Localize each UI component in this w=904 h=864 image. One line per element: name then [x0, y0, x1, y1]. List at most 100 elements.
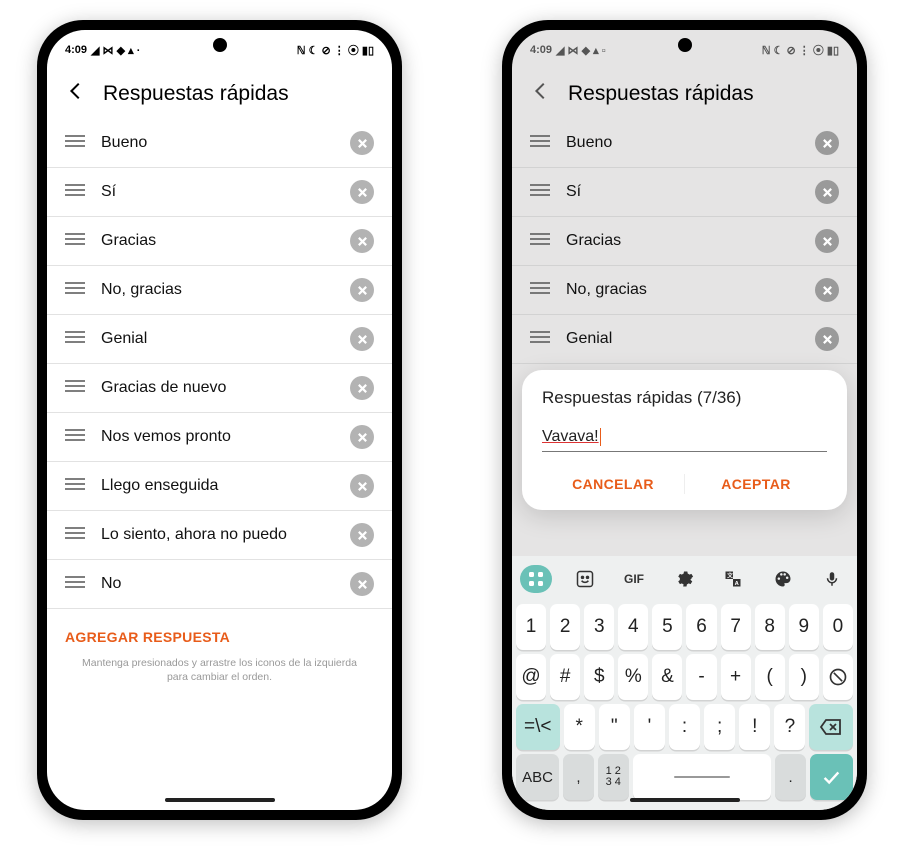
reply-label: Sí — [566, 183, 799, 201]
keyboard-app-icon[interactable] — [520, 565, 552, 593]
delete-button[interactable] — [350, 523, 374, 547]
key[interactable]: 1 — [516, 604, 546, 650]
enter-key[interactable] — [810, 754, 853, 800]
key[interactable]: 5 — [652, 604, 682, 650]
key[interactable]: ( — [755, 654, 785, 700]
translate-icon[interactable]: 文A — [716, 564, 750, 594]
settings-icon[interactable] — [667, 564, 701, 594]
delete-button[interactable] — [815, 180, 839, 204]
dialog-input[interactable]: Vavava! — [542, 426, 827, 452]
delete-button[interactable] — [350, 572, 374, 596]
list-item[interactable]: Lo siento, ahora no puedo — [47, 511, 392, 560]
delete-button[interactable] — [350, 229, 374, 253]
drag-handle-icon[interactable] — [65, 281, 85, 300]
list-item[interactable]: Nos vemos pronto — [47, 413, 392, 462]
drag-handle-icon[interactable] — [65, 379, 85, 398]
list-item[interactable]: Gracias de nuevo — [47, 364, 392, 413]
key[interactable]: + — [721, 654, 751, 700]
list-item[interactable]: No, gracias — [512, 266, 857, 315]
accept-button[interactable]: ACEPTAR — [685, 466, 827, 502]
drag-handle-icon[interactable] — [530, 330, 550, 349]
delete-button[interactable] — [815, 278, 839, 302]
drag-handle-icon[interactable] — [65, 232, 85, 251]
reply-label: Genial — [101, 330, 334, 348]
key[interactable]: 6 — [686, 604, 716, 650]
key[interactable]: " — [599, 704, 630, 750]
home-indicator[interactable] — [630, 798, 740, 802]
drag-handle-icon[interactable] — [530, 134, 550, 153]
key[interactable]: 9 — [789, 604, 819, 650]
list-item[interactable]: Sí — [47, 168, 392, 217]
drag-handle-icon[interactable] — [65, 575, 85, 594]
delete-button[interactable] — [350, 425, 374, 449]
key[interactable]: & — [652, 654, 682, 700]
key[interactable]: ! — [739, 704, 770, 750]
delete-button[interactable] — [350, 474, 374, 498]
key[interactable]: , — [563, 754, 594, 800]
key[interactable]: : — [669, 704, 700, 750]
header: Respuestas rápidas — [512, 66, 857, 119]
drag-handle-icon[interactable] — [65, 134, 85, 153]
key[interactable]: 2 — [550, 604, 580, 650]
list-item[interactable]: Bueno — [47, 119, 392, 168]
back-button[interactable] — [530, 80, 552, 107]
delete-button[interactable] — [350, 376, 374, 400]
delete-button[interactable] — [350, 180, 374, 204]
key[interactable]: @ — [516, 654, 546, 700]
list-item[interactable]: Genial — [47, 315, 392, 364]
drag-handle-icon[interactable] — [65, 477, 85, 496]
key[interactable]: ? — [774, 704, 805, 750]
drag-handle-icon[interactable] — [65, 526, 85, 545]
list-item[interactable]: Gracias — [47, 217, 392, 266]
list-item[interactable]: Bueno — [512, 119, 857, 168]
delete-button[interactable] — [350, 327, 374, 351]
gif-button[interactable]: GIF — [617, 564, 651, 594]
backspace-key[interactable] — [809, 704, 853, 750]
key[interactable]: . — [775, 754, 806, 800]
delete-button[interactable] — [815, 229, 839, 253]
key[interactable]: 0 — [823, 604, 853, 650]
key[interactable]: ) — [789, 654, 819, 700]
mic-icon[interactable] — [815, 564, 849, 594]
key[interactable]: # — [550, 654, 580, 700]
drag-handle-icon[interactable] — [530, 183, 550, 202]
key[interactable]: ; — [704, 704, 735, 750]
drag-handle-icon[interactable] — [65, 428, 85, 447]
list-item[interactable]: Llego enseguida — [47, 462, 392, 511]
key[interactable]: 3 — [584, 604, 614, 650]
key[interactable]: * — [564, 704, 595, 750]
list-item[interactable]: Genial — [512, 315, 857, 364]
delete-button[interactable] — [815, 327, 839, 351]
key[interactable]: - — [686, 654, 716, 700]
key[interactable]: % — [618, 654, 648, 700]
delete-button[interactable] — [350, 278, 374, 302]
key[interactable]: 8 — [755, 604, 785, 650]
list-item[interactable]: No, gracias — [47, 266, 392, 315]
list-item[interactable]: Sí — [512, 168, 857, 217]
cancel-button[interactable]: CANCELAR — [542, 466, 684, 502]
numpad-key[interactable]: 1 2 3 4 — [598, 754, 629, 800]
drag-handle-icon[interactable] — [65, 183, 85, 202]
back-button[interactable] — [65, 80, 87, 107]
key[interactable]: 4 — [618, 604, 648, 650]
delete-button[interactable] — [815, 131, 839, 155]
drag-handle-icon[interactable] — [530, 281, 550, 300]
sticker-icon[interactable] — [568, 564, 602, 594]
home-indicator[interactable] — [165, 798, 275, 802]
key[interactable] — [823, 654, 853, 700]
status-time: 4:09 — [65, 44, 87, 56]
delete-button[interactable] — [350, 131, 374, 155]
key[interactable]: $ — [584, 654, 614, 700]
add-response-button[interactable]: AGREGAR RESPUESTA — [47, 609, 392, 655]
drag-handle-icon[interactable] — [530, 232, 550, 251]
key[interactable]: ABC — [516, 754, 559, 800]
palette-icon[interactable] — [766, 564, 800, 594]
list-item[interactable]: No — [47, 560, 392, 609]
key[interactable]: 7 — [721, 604, 751, 650]
key[interactable]: ' — [634, 704, 665, 750]
space-key[interactable] — [633, 754, 772, 800]
drag-handle-icon[interactable] — [65, 330, 85, 349]
reply-label: Llego enseguida — [101, 477, 334, 495]
list-item[interactable]: Gracias — [512, 217, 857, 266]
key[interactable]: =\< — [516, 704, 560, 750]
